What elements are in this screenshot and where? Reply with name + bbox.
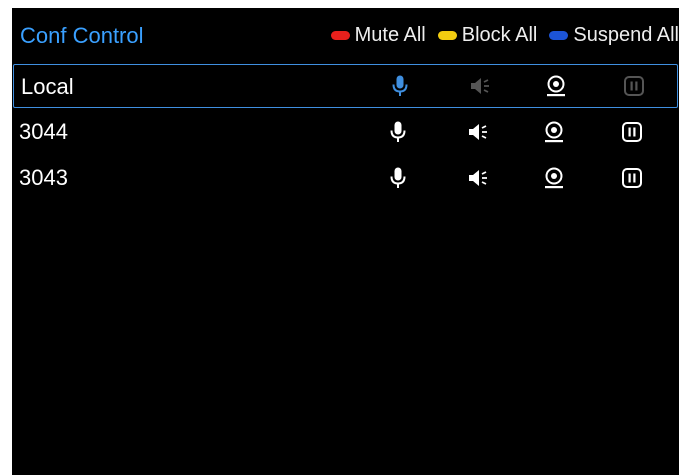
microphone-icon[interactable] [388,74,412,98]
microphone-icon[interactable] [386,120,410,144]
camera-icon[interactable] [544,74,568,98]
suspend-all-button[interactable]: Suspend All [549,24,679,47]
participant-name: Local [21,74,74,99]
suspend-all-indicator [549,30,569,40]
page-title: Conf Control [20,23,144,48]
speaker-icon[interactable] [468,74,492,98]
participant-row-3044[interactable]: 3044 [12,110,679,154]
microphone-icon[interactable] [386,166,410,190]
suspend-all-label: Suspend All [573,23,679,46]
speaker-icon[interactable] [466,166,490,190]
participant-row-local[interactable]: Local [13,64,678,108]
block-all-button[interactable]: Block All [437,23,538,47]
header: Conf Control Mute All Block All Suspend … [12,8,679,64]
participant-name: 3043 [19,165,68,190]
mute-all-label: Mute All [354,23,426,46]
speaker-icon[interactable] [466,120,490,144]
pause-icon[interactable] [620,166,644,190]
block-all-label: Block All [461,23,538,46]
block-all-indicator [437,30,457,40]
participant-name: 3044 [19,119,68,144]
mute-all-button[interactable]: Mute All [330,23,426,47]
mute-all-indicator [330,30,350,40]
camera-icon[interactable] [542,120,566,144]
conf-control-screen: Conf Control Mute All Block All Suspend … [12,8,679,475]
pause-icon[interactable] [622,74,646,98]
bulk-actions: Mute All Block All Suspend All [330,22,679,48]
pause-icon[interactable] [620,120,644,144]
camera-icon[interactable] [542,166,566,190]
participant-row-3043[interactable]: 3043 [12,156,679,200]
